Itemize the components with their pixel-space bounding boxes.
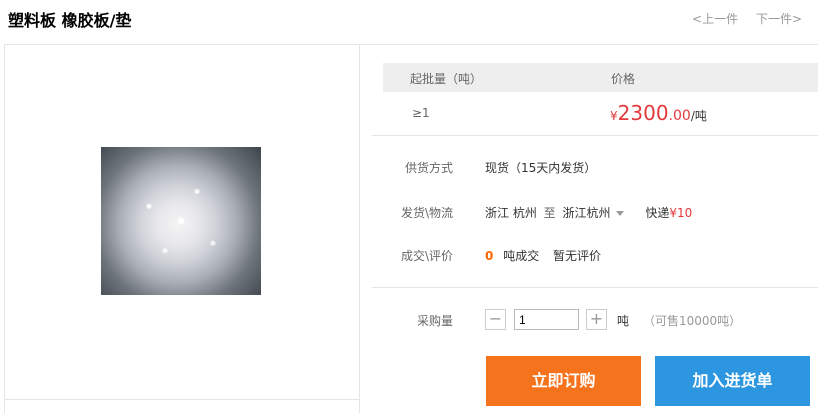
divider xyxy=(372,287,818,288)
col-price-header: 价格 xyxy=(611,72,636,86)
next-item-link[interactable]: 下一件> xyxy=(756,12,802,26)
deals-value: 0 吨成交 暂无评价 xyxy=(485,247,601,264)
supply-value: 现货（15天内发货） xyxy=(485,161,597,175)
shipping-label: 发货\物流 xyxy=(400,206,453,220)
ship-to-select[interactable]: 浙江杭州 xyxy=(563,206,624,220)
express-price: 10 xyxy=(677,206,693,220)
price-integer: 2300 xyxy=(617,101,669,125)
ship-from: 浙江 杭州 xyxy=(485,206,537,220)
decrease-button[interactable]: − xyxy=(485,309,506,330)
supply-label: 供货方式 xyxy=(404,161,453,175)
page-title: 塑料板 橡胶板/垫 xyxy=(8,11,132,30)
unit-price: ¥2300.00/吨 xyxy=(610,101,707,125)
prev-item-link[interactable]: <上一件 xyxy=(692,12,738,26)
price-table-header: 起批量（吨） 价格 xyxy=(383,63,818,92)
price-decimal: .00 xyxy=(668,108,691,124)
product-image[interactable] xyxy=(101,147,261,295)
quantity-input[interactable] xyxy=(514,309,579,330)
item-nav: <上一件 下一件> xyxy=(678,10,802,27)
currency-symbol: ¥ xyxy=(610,109,618,123)
available-stock: （可售10000吨） xyxy=(643,314,742,328)
divider xyxy=(372,135,818,136)
increase-button[interactable]: + xyxy=(586,309,607,330)
min-order-qty: ≥1 xyxy=(412,106,430,120)
deals-label: 成交\评价 xyxy=(400,249,453,263)
express-label: 快递 xyxy=(645,206,670,220)
deal-count: 0 xyxy=(485,249,494,263)
add-to-cart-button[interactable]: 加入进货单 xyxy=(655,356,810,406)
ship-to-value: 浙江杭州 xyxy=(562,206,611,220)
product-image-panel xyxy=(4,44,360,413)
purchase-unit: 吨 xyxy=(617,314,630,328)
shipping-route: 浙江 杭州 至 浙江杭州 快递¥10 xyxy=(485,204,692,221)
divider xyxy=(5,399,359,400)
product-info-panel: 起批量（吨） 价格 ≥1 ¥2300.00/吨 供货方式 现货（15天内发货） … xyxy=(360,44,818,413)
deal-count-suffix: 吨成交 xyxy=(503,249,540,263)
chevron-down-icon xyxy=(615,211,624,216)
express-currency: ¥ xyxy=(669,206,677,220)
buy-now-button[interactable]: 立即订购 xyxy=(486,356,641,406)
col-qty-header: 起批量（吨） xyxy=(410,72,483,86)
price-unit: /吨 xyxy=(690,109,707,123)
purchase-qty-label: 采购量 xyxy=(416,314,453,328)
ship-to-word: 至 xyxy=(543,206,556,220)
review-status: 暂无评价 xyxy=(553,249,602,263)
